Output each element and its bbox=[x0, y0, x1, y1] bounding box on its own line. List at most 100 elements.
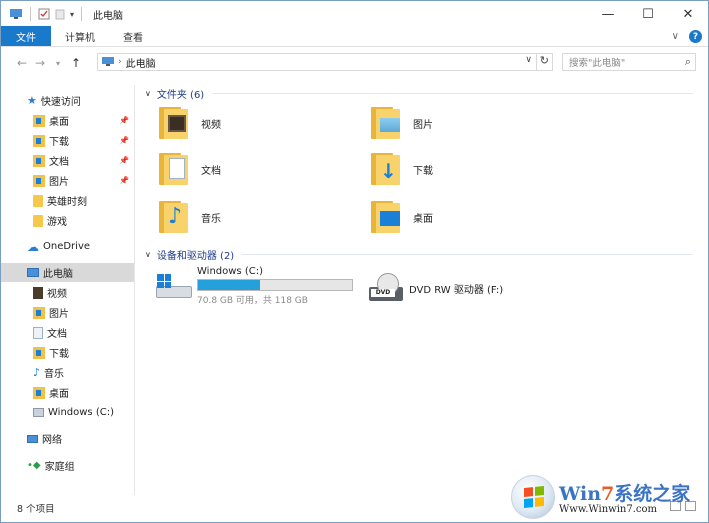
sidebar-item-label: 此电脑 bbox=[43, 269, 73, 280]
explorer-window: ▾ 此电脑 — ☐ ✕ 文件 计算机 查看 ∨ ? ← → ▾ ↑ › 此电脑 … bbox=[0, 0, 709, 523]
address-bar[interactable]: › 此电脑 ∨ ↻ bbox=[97, 53, 553, 71]
desktop-folder-icon bbox=[33, 114, 45, 127]
window-controls: — ☐ ✕ bbox=[588, 1, 708, 27]
folder-tile-videos[interactable]: 视频 bbox=[159, 107, 221, 139]
sidebar-item-label: 文档 bbox=[49, 157, 69, 168]
collapse-chevron-icon[interactable]: ∨ bbox=[145, 250, 151, 259]
search-icon[interactable]: ⌕ bbox=[685, 55, 691, 69]
search-input[interactable]: 搜索"此电脑" ⌕ bbox=[562, 53, 696, 71]
properties-icon[interactable] bbox=[38, 8, 50, 20]
forward-arrow-icon[interactable]: → bbox=[31, 56, 49, 70]
folder-label: 图片 bbox=[413, 119, 433, 131]
sidebar-item-label: 游戏 bbox=[47, 217, 67, 228]
group-title: 文件夹 (6) bbox=[156, 90, 205, 101]
sidebar-item-homegroup[interactable]: •◆ 家庭组 bbox=[27, 456, 75, 475]
sidebar-item-documents[interactable]: 文档 📌 bbox=[33, 151, 133, 170]
expand-ribbon-icon[interactable]: ∨ bbox=[672, 31, 679, 42]
sidebar-item-games[interactable]: 游戏 bbox=[33, 211, 67, 230]
watermark-logo: Win7系统之家 Www.Winwin7.com bbox=[511, 471, 708, 523]
recent-locations-icon[interactable]: ▾ bbox=[49, 59, 67, 68]
group-title: 设备和驱动器 (2) bbox=[156, 251, 235, 262]
sidebar-item-hero-moments[interactable]: 英雄时刻 bbox=[33, 191, 87, 210]
folder-tile-pictures[interactable]: 图片 bbox=[371, 107, 433, 139]
new-folder-icon[interactable] bbox=[54, 8, 66, 20]
folder-tile-documents[interactable]: 文档 bbox=[159, 153, 221, 185]
folder-label: 音乐 bbox=[201, 213, 221, 225]
sidebar-item-downloads[interactable]: 下载 📌 bbox=[33, 131, 133, 150]
documents-folder-icon bbox=[159, 153, 195, 185]
homegroup-icon: •◆ bbox=[27, 460, 41, 471]
sidebar-item-network[interactable]: 网络 bbox=[27, 429, 62, 448]
video-folder-icon bbox=[159, 107, 195, 139]
documents-folder-icon bbox=[33, 154, 45, 167]
drive-usage-fill bbox=[198, 280, 260, 290]
maximize-button[interactable]: ☐ bbox=[628, 1, 668, 27]
sidebar-item-pc-pictures[interactable]: 图片 bbox=[33, 303, 69, 322]
refresh-icon[interactable]: ↻ bbox=[535, 54, 549, 70]
breadcrumb-chevron-icon[interactable]: › bbox=[118, 57, 122, 67]
pc-icon bbox=[27, 268, 39, 277]
sidebar-item-pictures[interactable]: 图片 📌 bbox=[33, 171, 133, 190]
sidebar-item-label: 下载 bbox=[49, 137, 69, 148]
sidebar-item-music[interactable]: ♪ 音乐 bbox=[33, 363, 64, 382]
music-folder-icon: ♪ bbox=[159, 201, 195, 233]
folder-tile-desktop[interactable]: 桌面 bbox=[371, 201, 433, 233]
minimize-button[interactable]: — bbox=[588, 1, 628, 27]
pin-icon[interactable]: 📌 bbox=[119, 136, 129, 145]
sidebar-item-label: Windows (C:) bbox=[48, 407, 114, 418]
pictures-folder-icon bbox=[33, 174, 45, 187]
sidebar-item-label: 桌面 bbox=[49, 389, 69, 400]
drive-tile-f[interactable]: DVD DVD RW 驱动器 (F:) bbox=[367, 271, 503, 305]
tab-view[interactable]: 查看 bbox=[109, 26, 157, 46]
sidebar-item-videos[interactable]: 视频 bbox=[33, 283, 67, 302]
pc-breadcrumb-icon bbox=[102, 57, 114, 66]
pin-icon[interactable]: 📌 bbox=[119, 116, 129, 125]
sidebar-item-label: 图片 bbox=[49, 309, 69, 320]
folders-group-header[interactable]: ∨ 文件夹 (6) bbox=[145, 86, 204, 101]
folder-tile-downloads[interactable]: ↓ 下载 bbox=[371, 153, 433, 185]
tab-file[interactable]: 文件 bbox=[1, 26, 51, 46]
pictures-folder-icon bbox=[371, 107, 407, 139]
sidebar-item-this-pc[interactable]: 此电脑 bbox=[1, 263, 134, 282]
sidebar-item-quick-access[interactable]: ★ 快速访问 bbox=[27, 91, 81, 110]
desktop-folder-icon bbox=[33, 386, 45, 399]
folder-label: 桌面 bbox=[413, 213, 433, 225]
devices-group-header[interactable]: ∨ 设备和驱动器 (2) bbox=[145, 247, 234, 262]
ribbon-tabs: 文件 计算机 查看 ∨ ? bbox=[1, 26, 708, 47]
title-bar: ▾ 此电脑 — ☐ ✕ bbox=[1, 1, 708, 27]
sidebar-item-label: 英雄时刻 bbox=[47, 197, 87, 208]
search-placeholder: 搜索"此电脑" bbox=[569, 58, 626, 69]
downloads-folder-icon bbox=[33, 346, 45, 359]
folder-label: 文档 bbox=[201, 165, 221, 177]
folder-tile-music[interactable]: ♪ 音乐 bbox=[159, 201, 221, 233]
sidebar-item-drive-c[interactable]: Windows (C:) bbox=[33, 403, 114, 422]
up-arrow-icon[interactable]: ↑ bbox=[67, 56, 85, 70]
collapse-chevron-icon[interactable]: ∨ bbox=[145, 89, 151, 98]
breadcrumb-this-pc[interactable]: 此电脑 bbox=[126, 55, 156, 70]
sidebar-item-onedrive[interactable]: ☁ OneDrive bbox=[27, 237, 90, 256]
pin-icon[interactable]: 📌 bbox=[119, 156, 129, 165]
video-folder-icon bbox=[33, 286, 43, 299]
folder-label: 视频 bbox=[201, 119, 221, 131]
sidebar-item-label: 下载 bbox=[49, 349, 69, 360]
pin-icon[interactable]: 📌 bbox=[119, 176, 129, 185]
back-arrow-icon[interactable]: ← bbox=[13, 56, 31, 70]
tab-computer[interactable]: 计算机 bbox=[51, 26, 109, 46]
sidebar-item-pc-desktop[interactable]: 桌面 bbox=[33, 383, 69, 402]
address-dropdown-icon[interactable]: ∨ bbox=[525, 55, 532, 65]
drive-tile-c[interactable]: Windows (C:) 70.8 GB 可用，共 118 GB bbox=[155, 266, 353, 306]
folder-icon bbox=[33, 194, 43, 207]
qat-customize-icon[interactable]: ▾ bbox=[70, 10, 74, 19]
close-button[interactable]: ✕ bbox=[668, 1, 708, 27]
sidebar-item-label: 视频 bbox=[47, 289, 67, 300]
help-icon[interactable]: ? bbox=[689, 30, 702, 43]
sidebar-item-pc-documents[interactable]: 文档 bbox=[33, 323, 67, 342]
sidebar-item-pc-downloads[interactable]: 下载 bbox=[33, 343, 69, 362]
qat-separator bbox=[30, 7, 31, 21]
watermark-brand-b: 7 bbox=[601, 483, 615, 505]
drive-info: Windows (C:) 70.8 GB 可用，共 118 GB bbox=[197, 266, 353, 306]
sidebar-item-desktop[interactable]: 桌面 📌 bbox=[33, 111, 133, 130]
dvd-drive-icon: DVD bbox=[367, 271, 405, 305]
folder-icon bbox=[33, 214, 43, 227]
drive-usage-bar bbox=[197, 279, 353, 291]
